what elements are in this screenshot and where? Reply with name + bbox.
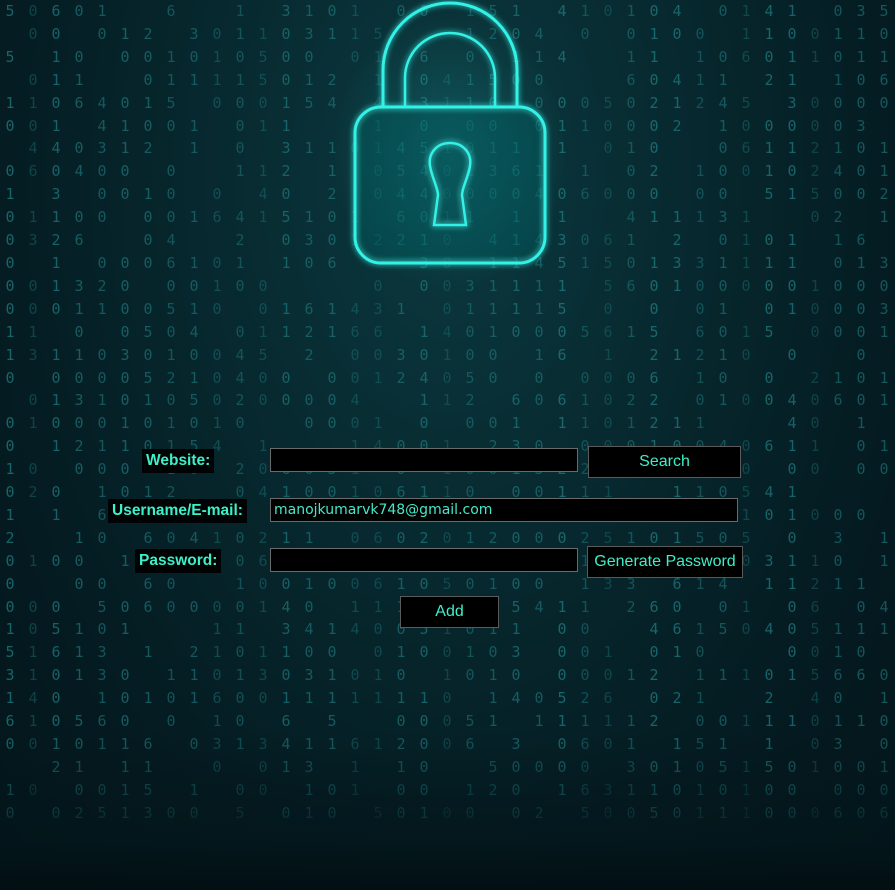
background-floor	[0, 730, 895, 890]
matrix-column: 1 0 1 6 0 0 1 0 0 4 1 0 6 1 0 2 1 0 0 0 …	[626, 2, 636, 822]
matrix-column: 0 1 0 1 0 0 1 4 0 2 1 0 0 0 0 1 6 0 3 0 …	[833, 2, 843, 822]
matrix-column: 3 0 0 0 1 1 3 2 0 5 0 1 1 1 0 0 6 1 3 1 …	[281, 2, 291, 822]
matrix-column: 1 1 6 5 0 6 0 1 1 1 0 1 0 0 0 0 5 1 5 0 …	[741, 2, 751, 822]
search-button[interactable]: Search	[588, 446, 741, 478]
matrix-column: 1 0 4 4 3 0 0 0 0 2 1 0 0 1 0 1 0 1 6 0 …	[97, 2, 107, 822]
matrix-column: 1 0 1 1 3 0 1 0 1 1 1 0 1 0 4 4 1 0 1 1 …	[787, 2, 797, 822]
username-label: Username/E-mail:	[108, 499, 247, 523]
matrix-column: 6 0 1 1 0 1 4 0 3 1 2 1 1 0 1 0 1 0 1 0 …	[51, 2, 61, 822]
matrix-column: 6 1 1 5 0 0 0 0 4 6 0 5 0 1 2 0 1 1 1 2 …	[166, 2, 176, 822]
matrix-column: 4 1 0 2 0 1 1 5 0 1 0 0 5 0 0 6 4 0 3 1 …	[764, 2, 774, 822]
matrix-column: 4 0 4 1 2 1 2 3 1 1 1 0 1 1 1 1 0 6 0 6 …	[672, 2, 682, 822]
username-input[interactable]: manojkumarvk748@gmail.com	[270, 498, 738, 522]
matrix-column: 1 3 0 1 5 1 1 3 0 6 2 2 0 0 0 0 0 1 2 1 …	[304, 2, 314, 822]
matrix-column: 0 0 0 1 0 4 6 1 3 0 0 1 3 0 1 0 2 1 0 0 …	[28, 2, 38, 799]
generate-password-button[interactable]: Generate Password	[587, 546, 743, 578]
website-input[interactable]	[270, 448, 578, 472]
matrix-column: 2 0 0 1 0 2 1 0 0 0 0 5 0 5 1 0 0 1 1 6 …	[143, 24, 153, 822]
matrix-column: 5 5 1 0 0 1 0 0 0 0 0 1 1 0 0 0 1 0 1 2 …	[5, 2, 15, 822]
website-label: Website:	[142, 449, 215, 473]
matrix-column: 0 1 1 0 0 6 0 1 0 0 0 0 1 4 0 1 1 0 1 1 …	[212, 24, 222, 776]
matrix-column: 0 1 1 0 2 0 0 2 0 1 1 0 0 5 2 6 2 2 1 1 …	[649, 2, 659, 822]
matrix-column: 1 0 0 1 1 0 0 0 0 0 0 3 0 0 1 1 0 0 0 1 …	[120, 24, 130, 822]
password-label: Password:	[135, 549, 222, 573]
password-input[interactable]	[270, 548, 578, 572]
matrix-column: 1 0 0 1 1 6 0 1 5 0 1 1 0 2 1 2 2 1 1 1 …	[580, 2, 590, 822]
matrix-column: 0 0 1 4 1 0 0 0 3 0 1 0 1 0 1 0 1 4 0 0 …	[718, 2, 728, 822]
matrix-column: 0 1 0 0 2 2 5 0 1 0 0 2 0 0 1 0 0 1 2 6 …	[810, 24, 820, 822]
add-button[interactable]: Add	[400, 596, 499, 628]
matrix-column: 1 1 0 1 0 0 0 1 4 2 1 0 0 4 4 2 0 2 0 5 …	[235, 2, 245, 822]
matrix-column: 0 1 1 2 1 0 1 3 0 0 6 2 1 0 1 0 0 1 4 5 …	[695, 24, 705, 822]
matrix-column: 0 5 0 0 0 6 5 5 0 6 1 0 0 0 0 1 1 0 5 3 …	[603, 2, 613, 822]
matrix-column: 3 0 1 1 1 1 1 0 1 4 0 1 5 0 5 0 0 4 0 2 …	[189, 24, 199, 822]
matrix-column: 3 1 1 0 0 3 0 0 0 6 1 0 0 0 0 0 0 1 0 0 …	[856, 2, 866, 822]
matrix-column: 0 0 1 6 0 4 0 6 3 1 0 1 0 3 0 2 0 1 0 0 …	[74, 2, 84, 822]
matrix-column: 5 0 1 6 0 1 1 2 1 3 0 3 1 1 1 1 0 1 1 4 …	[879, 2, 889, 822]
padlock-icon	[353, 1, 547, 265]
matrix-column: 1 5 5 0 1 1 4 1 0 0 1 5 0 0 1 0 4 2 6 0 …	[258, 24, 268, 799]
